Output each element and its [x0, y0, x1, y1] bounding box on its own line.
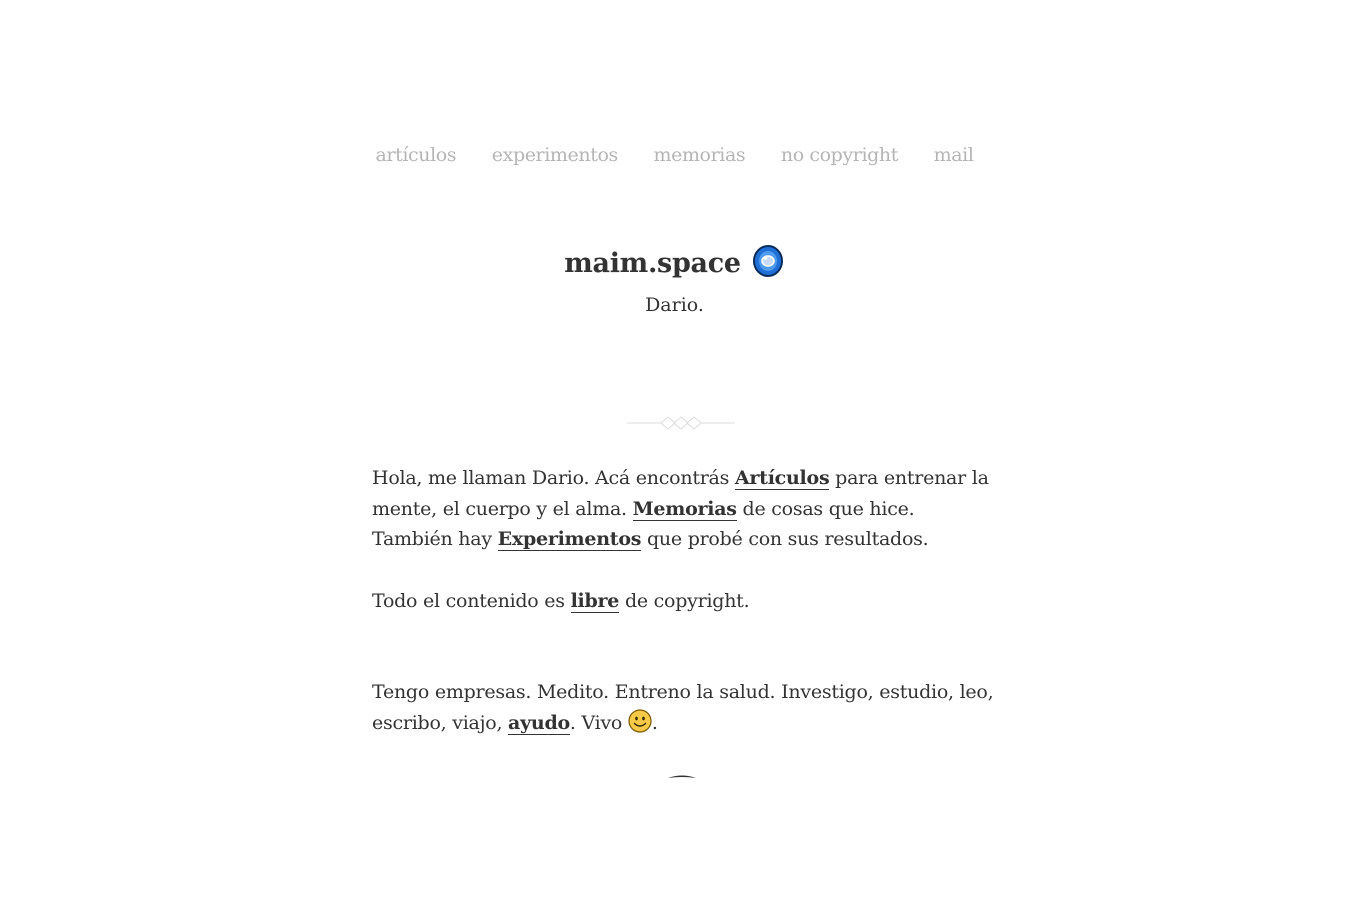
about-text: . Vivo — [569, 711, 628, 734]
intro-text: Hola, me llaman Dario. Acá encontrás — [372, 467, 735, 489]
blue-gem-icon — [751, 244, 785, 285]
link-libre[interactable]: libre — [570, 589, 619, 613]
nav-link-experimentos[interactable]: experimentos — [492, 144, 618, 166]
link-articulos[interactable]: Artículos — [734, 467, 830, 490]
intro-paragraph: Hola, me llaman Dario. Acá encontrás Art… — [372, 463, 996, 555]
copyright-text: de copyright. — [619, 589, 750, 612]
nav-link-memorias[interactable]: memorias — [653, 144, 745, 166]
about-paragraph: Tengo empresas. Medito. Entreno la salud… — [372, 677, 996, 742]
copyright-text: Todo el contenido es — [372, 589, 571, 612]
site-subtitle: Dario. — [645, 294, 704, 316]
main-content: Hola, me llaman Dario. Acá encontrás Art… — [372, 463, 996, 742]
copyright-paragraph: Todo el contenido es libre de copyright. — [372, 586, 996, 617]
link-memorias[interactable]: Memorias — [632, 497, 737, 521]
nav-link-articulos[interactable]: artículos — [375, 144, 456, 166]
about-text: Tengo empresas. Medito. Entreno la salud… — [372, 681, 994, 734]
bottom-ornament — [667, 765, 697, 778]
about-text: . — [651, 711, 658, 734]
link-experimentos[interactable]: Experimentos — [497, 528, 641, 551]
nav-link-mail[interactable]: mail — [934, 144, 974, 166]
top-nav: artículos experimentos memorias no copyr… — [0, 144, 1349, 166]
smiling-face-icon — [628, 708, 652, 743]
ornamental-divider — [627, 413, 735, 433]
site-header: maim.space — [0, 244, 1349, 285]
link-ayudo[interactable]: ayudo — [508, 711, 570, 735]
intro-text: que probé con sus resultados. — [641, 528, 929, 550]
nav-link-no-copyright[interactable]: no copyright — [781, 144, 898, 166]
site-title[interactable]: maim.space — [564, 248, 741, 279]
